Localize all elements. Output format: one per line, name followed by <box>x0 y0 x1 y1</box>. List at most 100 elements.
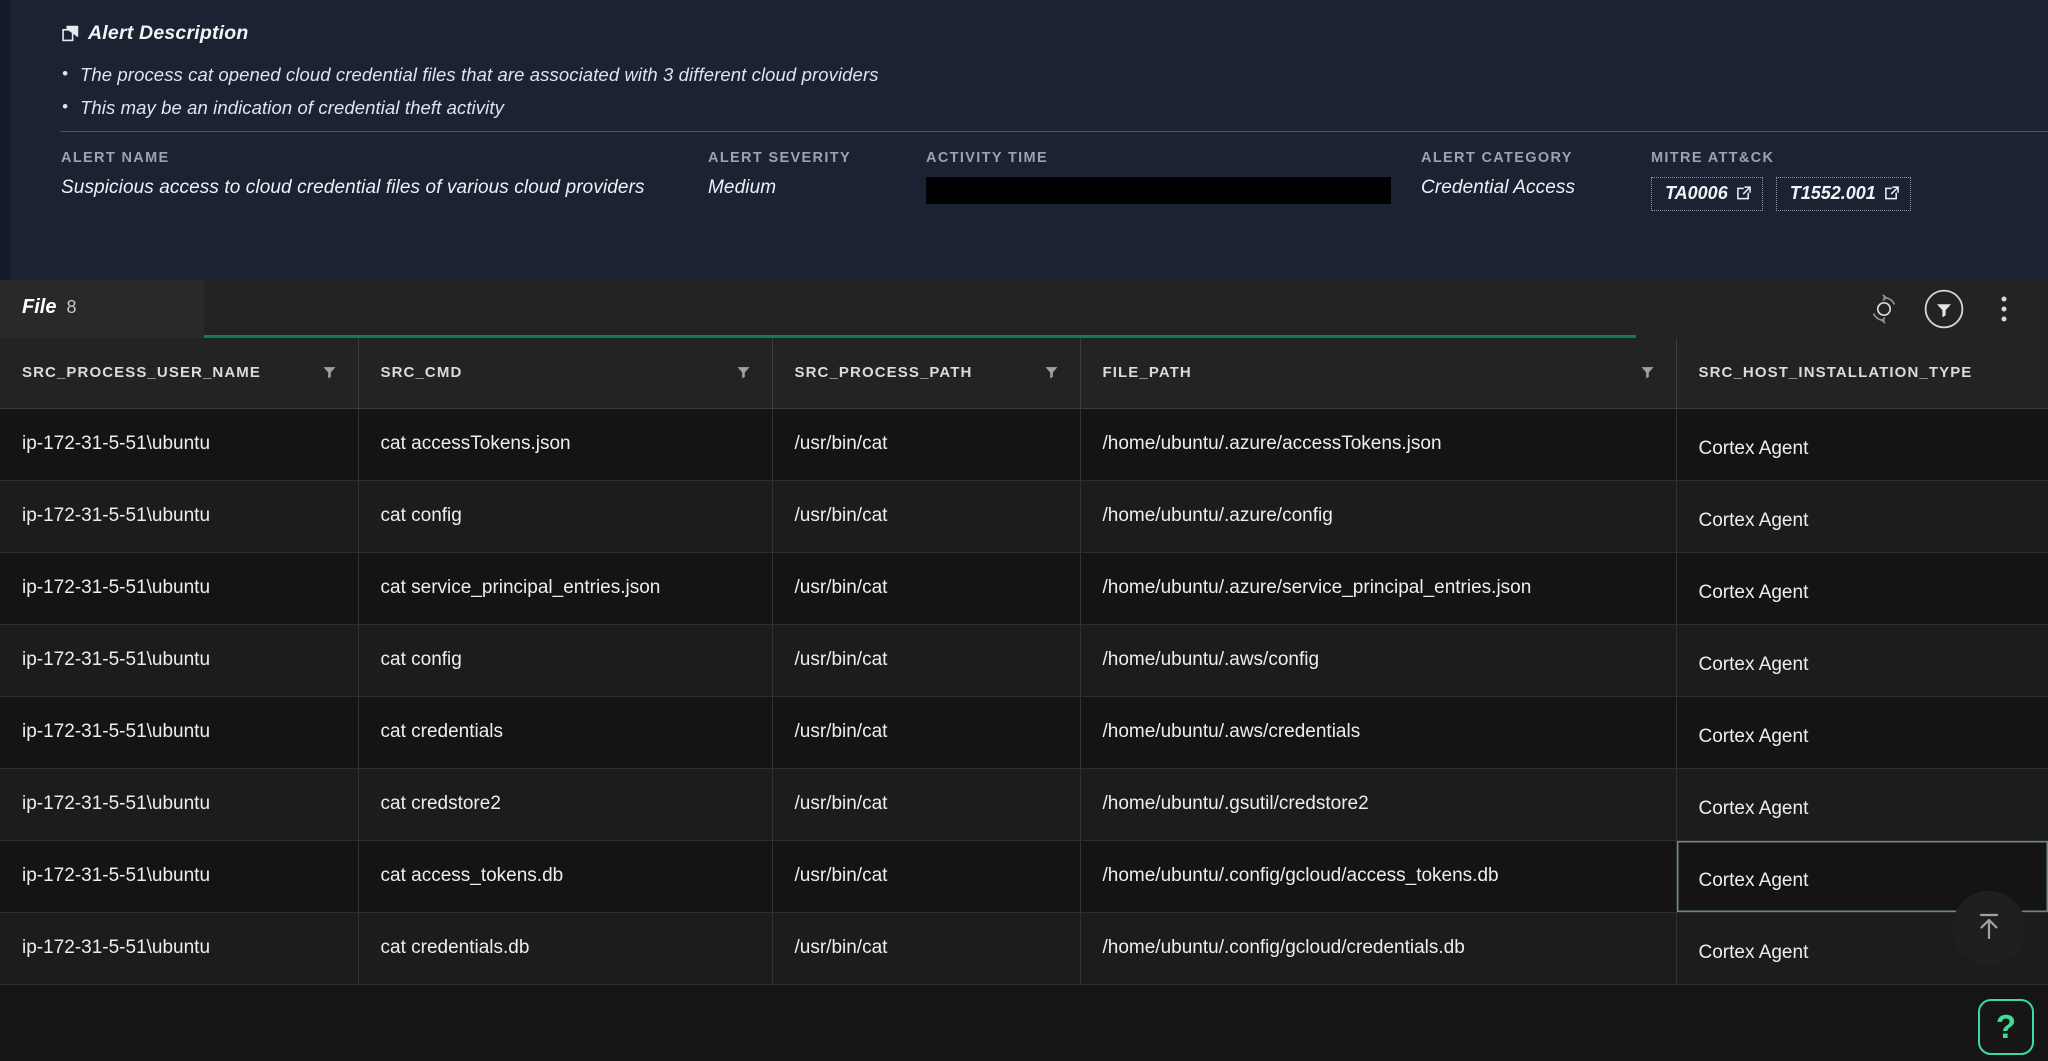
cell-install[interactable]: Cortex Agent <box>1676 408 2048 481</box>
cell-cmd[interactable]: cat credentials <box>358 696 773 769</box>
cell-path[interactable]: /usr/bin/cat <box>772 768 1081 841</box>
cell-file[interactable]: /home/ubuntu/.config/gcloud/credentials.… <box>1080 912 1677 985</box>
alert-severity-value: Medium <box>708 177 777 198</box>
cell-user[interactable]: ip-172-31-5-51\ubuntu <box>0 552 359 625</box>
alert-header-panel: Alert Description The process cat opened… <box>0 0 2048 280</box>
table-body: ip-172-31-5-51\ubuntu cat accessTokens.js… <box>0 408 2048 985</box>
alert-meta-row: ALERT NAME Suspicious access to cloud cr… <box>0 150 2048 240</box>
alert-category-value: Credential Access <box>1421 177 1576 198</box>
more-vertical-icon[interactable] <box>1984 289 2024 329</box>
cell-file[interactable]: /home/ubuntu/.azure/accessTokens.json <box>1080 408 1677 481</box>
cell-path[interactable]: /usr/bin/cat <box>772 840 1081 913</box>
description-bullet: The process cat opened cloud credential … <box>62 57 2048 91</box>
table-row[interactable]: ip-172-31-5-51\ubuntu cat credentials.db /… <box>0 912 2048 985</box>
cell-file[interactable]: /home/ubuntu/.aws/config <box>1080 624 1677 697</box>
reset-circle-icon[interactable] <box>1864 289 1904 329</box>
tab-file[interactable]: File 8 <box>22 296 76 319</box>
alert-severity-field: ALERT SEVERITY Medium <box>708 150 851 199</box>
column-label: FILE_PATH <box>1102 364 1192 382</box>
copy-icon <box>62 25 79 42</box>
cell-file[interactable]: /home/ubuntu/.azure/config <box>1080 480 1677 553</box>
cell-install[interactable]: Cortex Agent <box>1676 696 2048 769</box>
cell-path[interactable]: /usr/bin/cat <box>772 912 1081 985</box>
external-link-icon <box>1736 186 1751 201</box>
mitre-tag-label: T1552.001 <box>1789 183 1876 203</box>
cell-user[interactable]: ip-172-31-5-51\ubuntu <box>0 768 359 841</box>
alert-severity-label: ALERT SEVERITY <box>708 150 851 166</box>
results-table-container: SRC_PROCESS_USER_NAME SRC_CMD SRC_PROCES… <box>0 338 2048 1061</box>
cell-file[interactable]: /home/ubuntu/.aws/credentials <box>1080 696 1677 769</box>
help-button-label: ? <box>1995 1008 2017 1045</box>
alert-category-field: ALERT CATEGORY Credential Access <box>1421 150 1575 199</box>
cell-path[interactable]: /usr/bin/cat <box>772 552 1081 625</box>
alert-name-value: Suspicious access to cloud credential fi… <box>61 177 645 198</box>
mitre-tag-label: TA0006 <box>1665 183 1728 203</box>
column-label: SRC_PROCESS_USER_NAME <box>22 364 261 382</box>
cell-user[interactable]: ip-172-31-5-51\ubuntu <box>0 624 359 697</box>
column-label: SRC_HOST_INSTALLATION_TYPE <box>1698 364 1973 382</box>
tab-file-count: 8 <box>66 297 77 317</box>
alert-category-label: ALERT CATEGORY <box>1421 150 1573 166</box>
mitre-tag-t1552-001[interactable]: T1552.001 <box>1775 177 1911 211</box>
filter-funnel-icon[interactable] <box>323 366 336 379</box>
cell-cmd[interactable]: cat credentials.db <box>358 912 773 985</box>
filter-funnel-icon[interactable] <box>1045 366 1058 379</box>
cell-cmd[interactable]: cat credstore2 <box>358 768 773 841</box>
table-header: SRC_PROCESS_USER_NAME SRC_CMD SRC_PROCES… <box>0 338 2048 409</box>
cell-user[interactable]: ip-172-31-5-51\ubuntu <box>0 840 359 913</box>
cell-file[interactable]: /home/ubuntu/.config/gcloud/access_token… <box>1080 840 1677 913</box>
arrow-up-to-line-icon <box>1972 909 2006 948</box>
table-row[interactable]: ip-172-31-5-51\ubuntu cat config/usr/bin/… <box>0 624 2048 697</box>
table-row[interactable]: ip-172-31-5-51\ubuntu cat config/usr/bin/… <box>0 480 2048 553</box>
cell-cmd[interactable]: cat accessTokens.json <box>358 408 773 481</box>
table-row[interactable]: ip-172-31-5-51\ubuntu cat access_tokens.d… <box>0 840 2048 913</box>
filter-funnel-icon[interactable] <box>1641 366 1654 379</box>
cell-install[interactable]: Cortex Agent <box>1676 768 2048 841</box>
file-events-table: SRC_PROCESS_USER_NAME SRC_CMD SRC_PROCES… <box>0 338 2048 985</box>
cell-file[interactable]: /home/ubuntu/.gsutil/credstore2 <box>1080 768 1677 841</box>
tab-toolbar <box>1864 289 2024 329</box>
filter-funnel-icon[interactable] <box>1924 289 1964 329</box>
cell-user[interactable]: ip-172-31-5-51\ubuntu <box>0 696 359 769</box>
filter-funnel-icon[interactable] <box>737 366 750 379</box>
external-link-icon <box>1884 186 1899 201</box>
cell-install[interactable]: Cortex Agent <box>1676 480 2048 553</box>
cell-install[interactable]: Cortex Agent <box>1676 552 2048 625</box>
activity-time-field: ACTIVITY TIME <box>926 150 1391 204</box>
cell-cmd[interactable]: cat config <box>358 480 773 553</box>
column-header-src-process-user-name[interactable]: SRC_PROCESS_USER_NAME <box>0 338 359 409</box>
alert-description-block: Alert Description The process cat opened… <box>0 0 2048 124</box>
cell-path[interactable]: /usr/bin/cat <box>772 696 1081 769</box>
description-bullet: This may be an indication of credential … <box>62 90 2048 124</box>
cell-path[interactable]: /usr/bin/cat <box>772 624 1081 697</box>
cell-user[interactable]: ip-172-31-5-51\ubuntu <box>0 912 359 985</box>
help-button[interactable]: ? <box>1978 999 2034 1055</box>
activity-time-redacted-value <box>926 177 1391 204</box>
column-header-src-cmd[interactable]: SRC_CMD <box>358 338 773 409</box>
column-header-src-process-path[interactable]: SRC_PROCESS_PATH <box>772 338 1081 409</box>
cell-path[interactable]: /usr/bin/cat <box>772 480 1081 553</box>
cell-cmd[interactable]: cat config <box>358 624 773 697</box>
table-row[interactable]: ip-172-31-5-51\ubuntu cat service_princip… <box>0 552 2048 625</box>
table-row[interactable]: ip-172-31-5-51\ubuntu cat credentials/usr… <box>0 696 2048 769</box>
column-label: SRC_PROCESS_PATH <box>794 364 973 382</box>
alert-description-bullets: The process cat opened cloud credential … <box>62 57 2048 124</box>
alert-description-title: Alert Description <box>88 22 249 44</box>
activity-time-label: ACTIVITY TIME <box>926 150 1049 166</box>
mitre-attack-field: MITRE ATT&CK TA0006 T1552.001 <box>1651 150 1911 211</box>
cell-path[interactable]: /usr/bin/cat <box>772 408 1081 481</box>
column-header-src-host-installation-type[interactable]: SRC_HOST_INSTALLATION_TYPE <box>1676 338 2048 409</box>
cell-user[interactable]: ip-172-31-5-51\ubuntu <box>0 480 359 553</box>
results-tab-bar: File 8 <box>0 280 2048 338</box>
column-header-file-path[interactable]: FILE_PATH <box>1080 338 1677 409</box>
cell-file[interactable]: /home/ubuntu/.azure/service_principal_en… <box>1080 552 1677 625</box>
cell-install[interactable]: Cortex Agent <box>1676 624 2048 697</box>
mitre-tag-ta0006[interactable]: TA0006 <box>1651 177 1763 211</box>
header-divider <box>60 131 2048 132</box>
table-row[interactable]: ip-172-31-5-51\ubuntu cat credstore2/usr/… <box>0 768 2048 841</box>
cell-cmd[interactable]: cat access_tokens.db <box>358 840 773 913</box>
cell-cmd[interactable]: cat service_principal_entries.json <box>358 552 773 625</box>
scroll-to-top-button[interactable] <box>1952 891 2026 965</box>
table-row[interactable]: ip-172-31-5-51\ubuntu cat accessTokens.js… <box>0 408 2048 481</box>
cell-user[interactable]: ip-172-31-5-51\ubuntu <box>0 408 359 481</box>
